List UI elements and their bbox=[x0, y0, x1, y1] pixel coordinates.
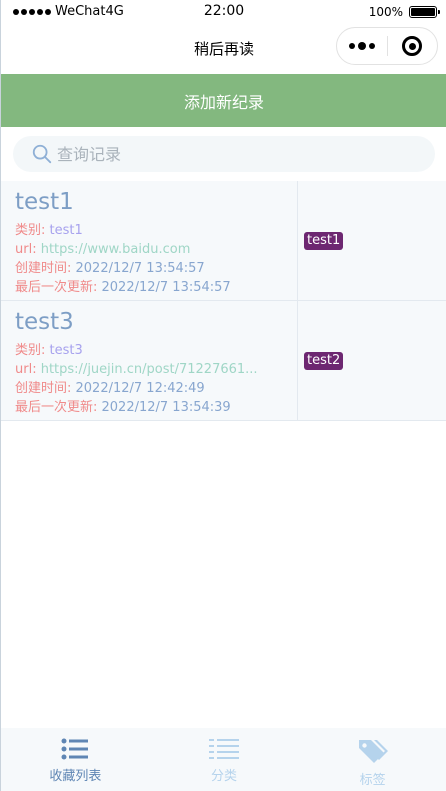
tab-category[interactable]: 分类 bbox=[150, 728, 299, 791]
record-tags: test2 bbox=[298, 301, 446, 420]
updated-label: 最后一次更新: bbox=[15, 280, 102, 295]
tab-bar: 收藏列表 分类 标签 bbox=[1, 728, 446, 791]
list-icon bbox=[61, 738, 89, 760]
record-created: 创建时间: 2022/12/7 13:54:57 bbox=[15, 259, 297, 278]
updated-label: 最后一次更新: bbox=[15, 400, 102, 415]
category-list-icon bbox=[209, 739, 239, 759]
tag-badge[interactable]: test2 bbox=[304, 351, 344, 370]
record-title: test1 bbox=[15, 189, 74, 215]
tab-tags[interactable]: 标签 bbox=[298, 728, 446, 791]
record-url: url: https://juejin.cn/post/71227661... bbox=[15, 360, 297, 379]
status-bar: WeChat4G 22:00 100% bbox=[1, 0, 446, 24]
tab-favorites[interactable]: 收藏列表 bbox=[1, 728, 150, 791]
record-title: test3 bbox=[15, 309, 74, 335]
updated-value: 2022/12/7 13:54:57 bbox=[101, 280, 231, 295]
battery-icon bbox=[409, 6, 440, 18]
tab-label: 标签 bbox=[359, 773, 386, 788]
record-url: url: https://www.baidu.com bbox=[15, 240, 297, 259]
record-info: test3 类别: test3 url: https://juejin.cn/p… bbox=[1, 301, 298, 420]
navigation-bar: 稍后再读 bbox=[1, 24, 446, 74]
created-value: 2022/12/7 13:54:57 bbox=[75, 261, 205, 276]
category-value: test3 bbox=[49, 343, 83, 358]
close-mini-program-icon[interactable] bbox=[388, 36, 437, 56]
record-updated: 最后一次更新: 2022/12/7 13:54:57 bbox=[15, 278, 297, 297]
record-category: 类别: test3 bbox=[15, 341, 297, 360]
tab-label: 分类 bbox=[211, 769, 238, 784]
mini-program-capsule bbox=[336, 27, 438, 65]
search-icon bbox=[32, 144, 52, 164]
record-info: test1 类别: test1 url: https://www.baidu.c… bbox=[1, 181, 298, 300]
list-item[interactable]: test3 类别: test3 url: https://juejin.cn/p… bbox=[1, 301, 446, 421]
list-item[interactable]: test1 类别: test1 url: https://www.baidu.c… bbox=[1, 181, 446, 301]
record-tags: test1 bbox=[298, 181, 446, 300]
record-created: 创建时间: 2022/12/7 12:42:49 bbox=[15, 379, 297, 398]
category-label: 类别: bbox=[15, 343, 50, 358]
more-icon[interactable] bbox=[337, 41, 387, 50]
record-updated: 最后一次更新: 2022/12/7 13:54:39 bbox=[15, 398, 297, 417]
category-label: 类别: bbox=[15, 223, 50, 238]
add-record-button[interactable]: 添加新纪录 bbox=[1, 74, 446, 127]
tab-label: 收藏列表 bbox=[49, 769, 102, 784]
created-value: 2022/12/7 12:42:49 bbox=[75, 381, 205, 396]
tag-badge[interactable]: test1 bbox=[304, 231, 344, 250]
category-value: test1 bbox=[49, 223, 83, 238]
search-bar[interactable] bbox=[13, 136, 435, 172]
url-link[interactable]: https://juejin.cn/post/71227661... bbox=[41, 362, 258, 377]
battery-info: 100% bbox=[368, 5, 440, 19]
tags-icon bbox=[358, 740, 388, 763]
created-label: 创建时间: bbox=[15, 261, 76, 276]
url-label: url: bbox=[15, 242, 41, 257]
url-label: url: bbox=[15, 362, 41, 377]
updated-value: 2022/12/7 13:54:39 bbox=[101, 400, 231, 415]
search-input[interactable] bbox=[57, 144, 417, 164]
battery-percent: 100% bbox=[368, 5, 403, 19]
record-category: 类别: test1 bbox=[15, 221, 297, 240]
created-label: 创建时间: bbox=[15, 381, 76, 396]
url-link[interactable]: https://www.baidu.com bbox=[41, 242, 191, 257]
record-list: test1 类别: test1 url: https://www.baidu.c… bbox=[1, 181, 446, 421]
